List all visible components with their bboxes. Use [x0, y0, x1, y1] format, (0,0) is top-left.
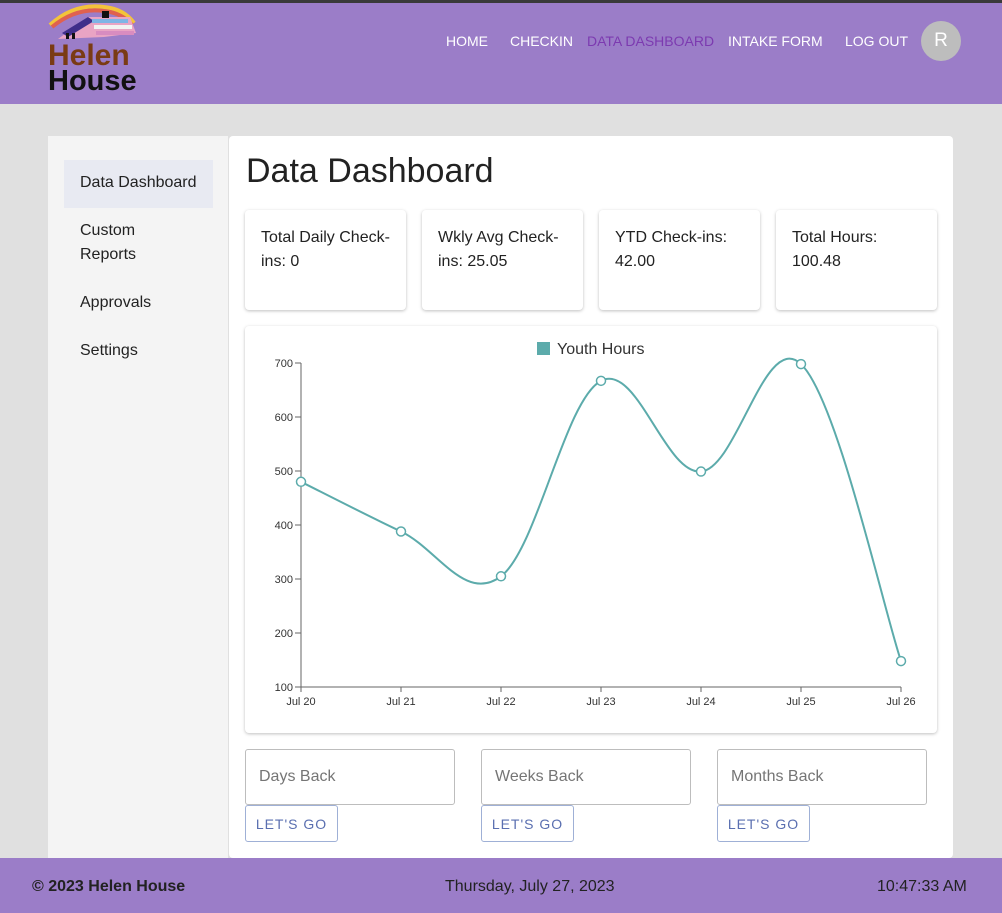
x-tick-label: Jul 22 [486, 696, 515, 708]
data-point-jul-24 [695, 466, 707, 477]
nav-log-out[interactable]: LOG OUT [845, 33, 908, 49]
line-chart-svg: 100 200 300 400 500 600 700 Jul 20 Jul 21 Jul 22 J… [275, 341, 916, 708]
x-tick-label: Jul 25 [786, 696, 815, 708]
nav-data-dashboard[interactable]: DATA DASHBOARD [587, 33, 714, 49]
days-back-go-button[interactable]: LET'S GO [245, 805, 338, 842]
nav-checkin[interactable]: CHECKIN [510, 33, 573, 49]
nav-home[interactable]: HOME [446, 33, 488, 49]
x-tick-label: Jul 24 [686, 696, 715, 708]
x-tick-label: Jul 23 [586, 696, 615, 708]
legend-swatch [537, 342, 550, 355]
stat-weekly-avg-checkins: Wkly Avg Check-ins: 25.05 [422, 210, 583, 310]
days-back-field[interactable] [245, 749, 455, 805]
y-tick-label: 500 [275, 466, 293, 478]
legend-label: Youth Hours [557, 341, 644, 358]
weeks-back-input[interactable] [482, 750, 690, 804]
x-tick-label: Jul 20 [286, 696, 315, 708]
user-avatar[interactable]: R [921, 21, 961, 61]
app-footer: © 2023 Helen House Thursday, July 27, 20… [0, 858, 1002, 913]
x-tick-label: Jul 26 [886, 696, 915, 708]
logo-roof-icon [48, 4, 136, 39]
nav-intake-form[interactable]: INTAKE FORM [728, 33, 823, 49]
footer-time: 10:47:33 AM [877, 878, 967, 895]
y-tick-label: 100 [275, 682, 293, 694]
logo-text-house: House [48, 65, 137, 97]
y-tick-label: 600 [275, 412, 293, 424]
data-point-jul-26 [895, 655, 907, 667]
y-tick-label: 400 [275, 520, 293, 532]
footer-date: Thursday, July 27, 2023 [445, 878, 615, 895]
months-back-field[interactable] [717, 749, 927, 805]
data-point-jul-25 [795, 358, 807, 370]
stat-ytd-checkins: YTD Check-ins: 42.00 [599, 210, 760, 310]
sidebar-item-data-dashboard[interactable]: Data Dashboard [64, 160, 213, 208]
main-panel: Data Dashboard Total Daily Check-ins: 0 … [229, 136, 953, 858]
data-point-jul-22 [495, 571, 507, 582]
y-tick-label: 700 [275, 358, 293, 370]
sidebar-item-approvals[interactable]: Approvals [64, 291, 213, 315]
months-back-go-button[interactable]: LET'S GO [717, 805, 810, 842]
y-tick-label: 300 [275, 574, 293, 586]
days-back-input[interactable] [246, 750, 454, 804]
youth-hours-line [300, 357, 902, 662]
youth-hours-chart: 100 200 300 400 500 600 700 Jul 20 Jul 21 Jul 22 J… [245, 326, 937, 733]
sidebar-item-settings[interactable]: Settings [64, 339, 213, 363]
months-back-input[interactable] [718, 750, 926, 804]
data-point-jul-21 [395, 526, 407, 537]
footer-copyright: © 2023 Helen House [32, 878, 186, 895]
weeks-back-go-button[interactable]: LET'S GO [481, 805, 574, 842]
sidebar: Data Dashboard Custom Reports Approvals … [48, 136, 228, 858]
x-tick-label: Jul 21 [386, 696, 415, 708]
page-title: Data Dashboard [246, 152, 494, 190]
app-header: Helen House HOME CHECKIN DATA DASHBOARD … [0, 3, 1002, 104]
weeks-back-field[interactable] [481, 749, 691, 805]
data-point-jul-20 [295, 476, 307, 488]
data-point-jul-23 [595, 375, 607, 387]
stat-total-hours: Total Hours: 100.48 [776, 210, 937, 310]
sidebar-item-custom-reports[interactable]: Custom Reports [64, 219, 213, 267]
y-tick-label: 200 [275, 628, 293, 640]
stat-total-daily-checkins: Total Daily Check-ins: 0 [245, 210, 406, 310]
